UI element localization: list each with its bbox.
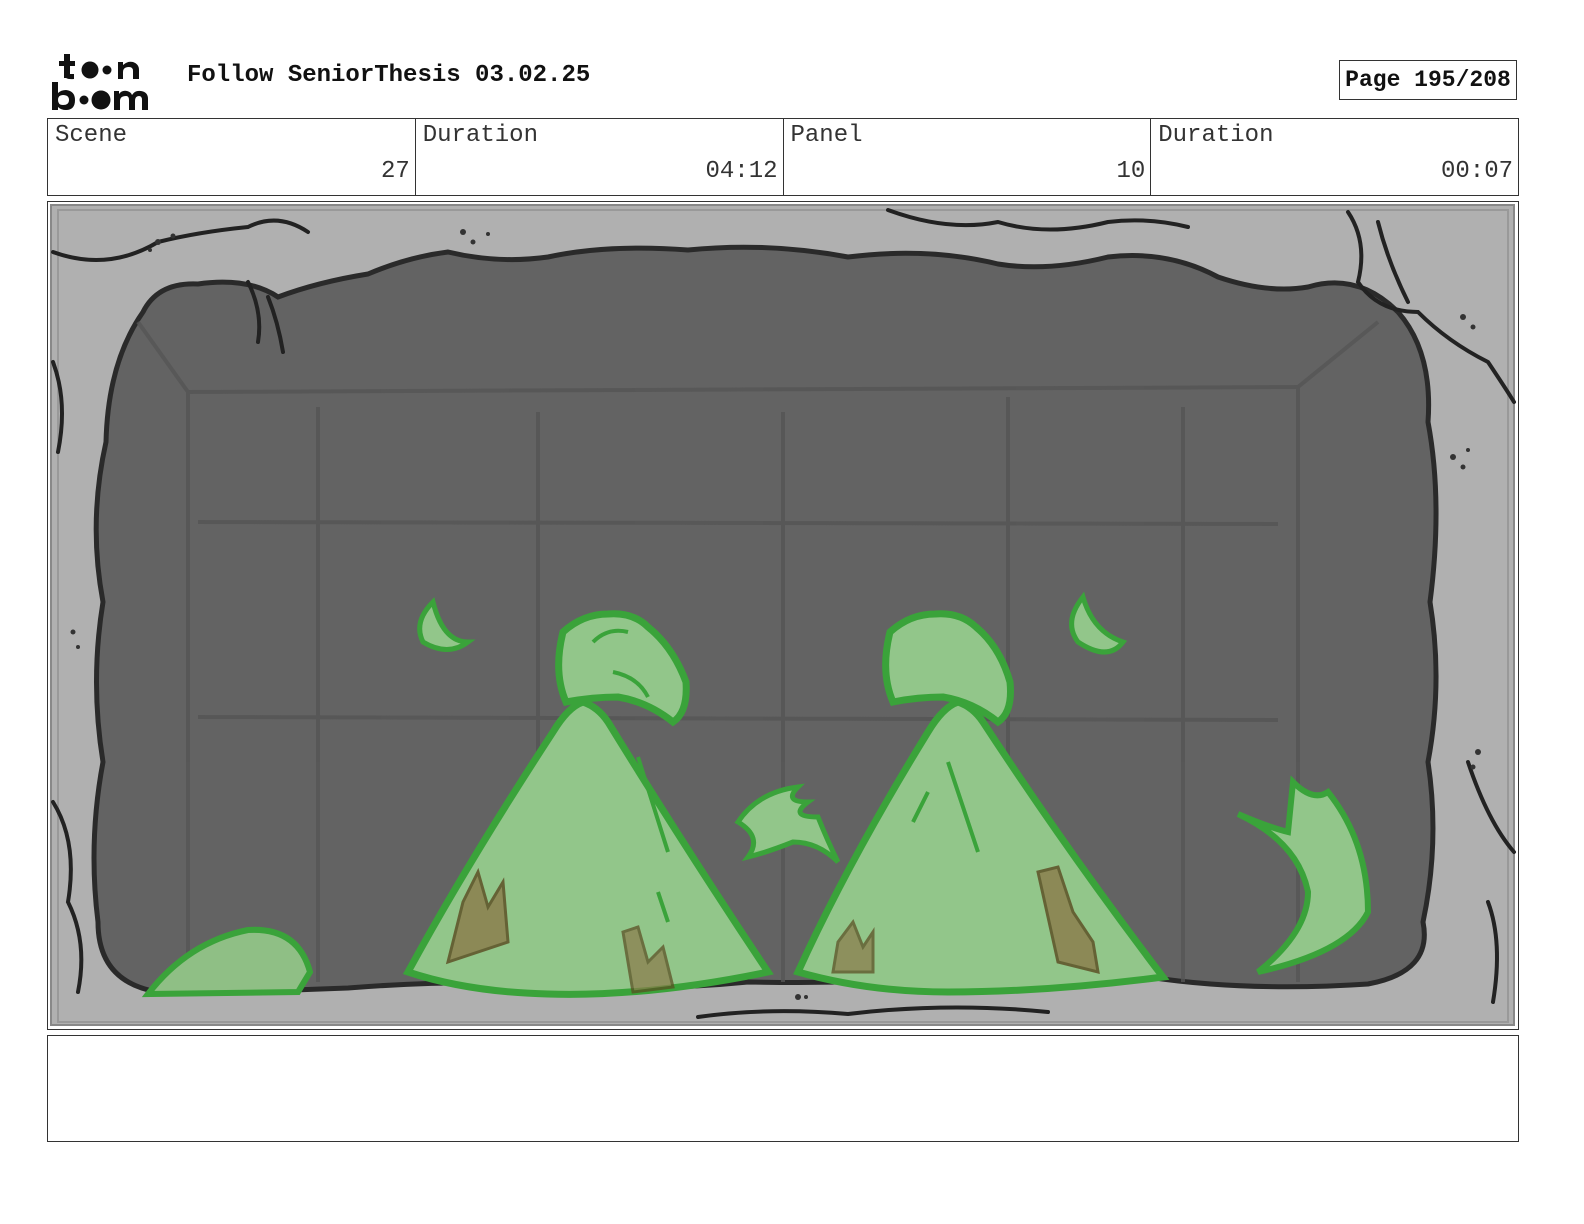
panel-cell: Panel 10 [784,119,1152,195]
storyboard-panel [47,201,1519,1030]
notes-box [47,1035,1519,1142]
toon-boom-logo [52,52,164,112]
scene-duration-label: Duration [422,122,538,149]
scene-cell: Scene 27 [48,119,416,195]
panel-value: 10 [1116,158,1146,185]
page-number: Page 195/208 [1339,60,1517,100]
panel-duration-cell: Duration 00:07 [1151,119,1518,195]
panel-duration-label: Duration [1158,122,1274,149]
scene-duration-cell: Duration 04:12 [416,119,784,195]
cave-interior [91,244,1439,995]
panel-duration-value: 00:07 [1440,158,1513,185]
document-title: Follow SeniorThesis 03.02.25 [187,62,591,89]
panel-label: Panel [790,122,863,149]
info-bar: Scene 27 Duration 04:12 Panel 10 Duratio… [47,118,1519,196]
scene-label: Scene [55,122,128,149]
scene-value: 27 [380,158,410,185]
panel-artwork [50,204,1516,1026]
scene-duration-value: 04:12 [705,158,778,185]
